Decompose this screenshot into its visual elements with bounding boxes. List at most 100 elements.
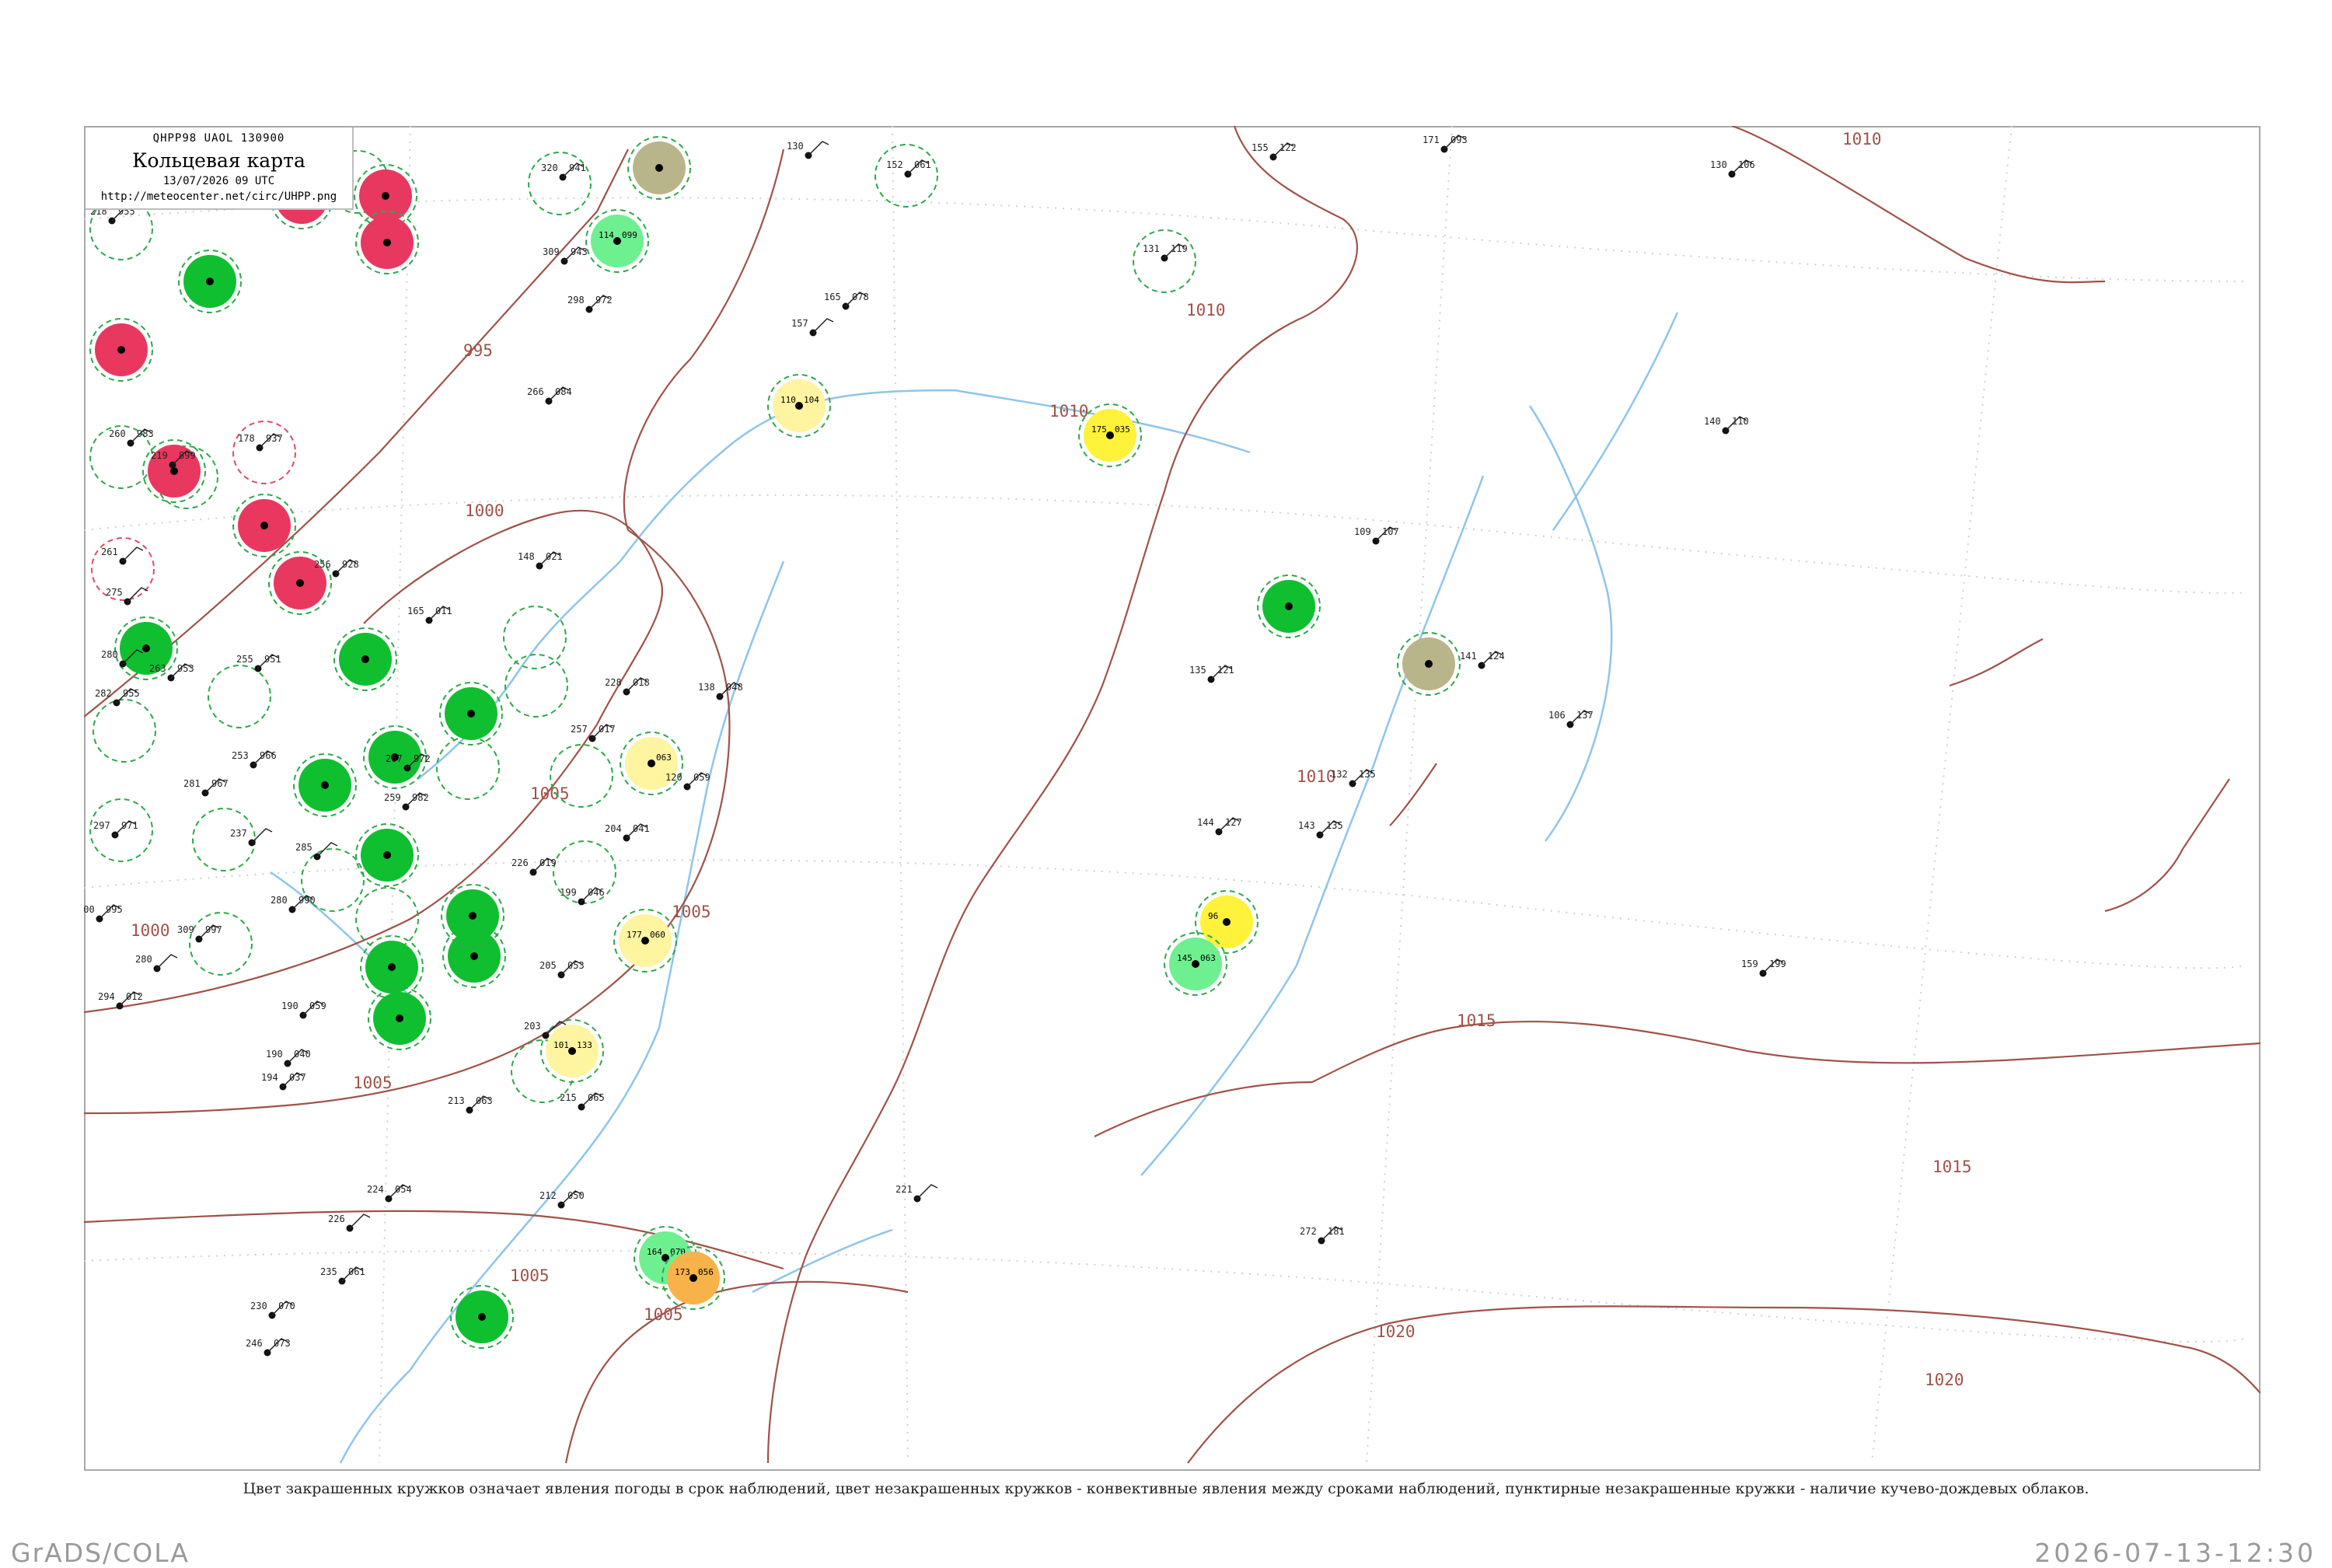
station-plot: 199 046 [560, 887, 605, 906]
isobar-label: 1005 [644, 1305, 683, 1324]
temperature-value: 144 [1197, 817, 1214, 828]
station-marker [470, 952, 478, 960]
pressure-value: 135 [1326, 820, 1343, 831]
bulletin-code: QHPP98 UAOL 130900 [152, 132, 285, 145]
wind-barb [122, 547, 144, 562]
wind-barb [156, 954, 178, 969]
station-rain [360, 935, 424, 999]
pressure-value: 054 [395, 1184, 412, 1195]
temperature-value: 261 [101, 547, 118, 557]
station-marker [388, 963, 396, 971]
pressure-value: 018 [633, 677, 650, 688]
station-plot: 281 967 [183, 778, 229, 797]
station-marker [170, 467, 178, 475]
station-haze [1397, 632, 1461, 696]
pressure-value: 982 [412, 792, 429, 803]
station-rain [114, 616, 178, 680]
station-plot: 297 971 [93, 820, 138, 839]
isobar-label: 1015 [1932, 1158, 1972, 1176]
pressure-value: 972 [414, 753, 431, 764]
station-plot: 298 972 [567, 295, 613, 313]
temperature-value: 212 [539, 1190, 557, 1201]
station-dust: 173 056 [662, 1246, 725, 1310]
pressure-value: 951 [264, 654, 281, 665]
temperature-value: 110 [780, 395, 796, 405]
station-plot: 138 048 [698, 682, 743, 700]
temperature-value: 101 [553, 1040, 569, 1050]
station-plot: 157 [791, 318, 834, 337]
pressure-value: 063 [1200, 953, 1216, 963]
temperature-value: 135 [1189, 665, 1206, 676]
station-marker [1192, 960, 1199, 968]
pressure-value: 997 [205, 924, 222, 935]
temperature-value: 253 [232, 750, 249, 761]
pressure-value: 121 [1217, 665, 1234, 676]
station-plot: 257 017 [571, 724, 616, 742]
temperature-value: 221 [895, 1184, 913, 1195]
pressure-value: 059 [693, 772, 710, 783]
station-marker [1223, 918, 1231, 926]
station-rain [333, 627, 397, 691]
pressure-value: 053 [567, 960, 585, 971]
temperature-value: 259 [384, 792, 401, 803]
station-plot: 131 119 [1143, 243, 1188, 262]
pressure-value: 084 [555, 386, 572, 397]
isobar-label: 1005 [530, 784, 570, 803]
pressure-value: 037 [289, 1072, 306, 1083]
graticule [84, 126, 2246, 1464]
pressure-value: 050 [567, 1190, 585, 1201]
station-plot: 260 983 [109, 428, 154, 447]
map-caption: Цвет закрашенных кружков означает явлени… [243, 1480, 2089, 1497]
map-url[interactable]: http://meteocenter.net/circ/UHPP.png [86, 190, 352, 203]
pressure-value: 019 [539, 857, 557, 868]
isobars [84, 126, 2260, 1464]
station-plot: 213 063 [448, 1095, 493, 1114]
station-thunder [232, 494, 296, 557]
pressure-value: 199 [1769, 959, 1786, 969]
station-plot: 205 053 [539, 960, 585, 979]
cb-ring [528, 152, 592, 215]
station-marker [396, 1014, 403, 1022]
pressure-value: 063 [476, 1095, 493, 1106]
isobar-label: 1005 [353, 1074, 393, 1092]
station-plot: 221 [895, 1184, 938, 1203]
pressure-value: 119 [1171, 243, 1188, 254]
cb-ring [503, 606, 567, 669]
temperature-value: 267 [386, 753, 403, 764]
pressure-value: 937 [266, 433, 283, 444]
temperature-value: 226 [328, 1214, 345, 1224]
temperature-value: 298 [567, 295, 585, 306]
station-fog: 101 133 [540, 1019, 604, 1083]
temperature-value: 132 [1331, 769, 1348, 780]
temperature-value: 255 [236, 654, 253, 665]
pressure-value: 065 [588, 1092, 605, 1103]
pressure-value: 106 [1738, 159, 1755, 170]
station-thunder [89, 318, 153, 382]
station-plot: 130 106 [1710, 159, 1755, 178]
temperature-value: 155 [1252, 142, 1269, 153]
pressure-value: 048 [726, 682, 743, 693]
station-plot: 165 011 [407, 606, 452, 624]
station-plot: 280 990 [271, 895, 316, 913]
station-plot: 255 951 [236, 654, 281, 672]
station-marker [641, 937, 649, 945]
station-plot: 215 065 [560, 1092, 605, 1111]
station-plot: 135 121 [1189, 665, 1234, 683]
temperature-value: 309 [543, 246, 560, 257]
temperature-value: 106 [1548, 710, 1566, 721]
station-plot: 130 [787, 141, 829, 159]
pressure-value: 127 [1225, 817, 1242, 828]
station-marker [467, 710, 475, 718]
pressure-value: 181 [1328, 1226, 1345, 1237]
temperature-value: 219 [151, 450, 168, 461]
temperature-value: 280 [271, 895, 288, 906]
station-marker [382, 192, 389, 200]
station-marker [1425, 660, 1433, 668]
station-plot: 285 [295, 842, 338, 861]
convective-ring [232, 421, 296, 484]
pressure-value: 107 [1382, 526, 1399, 537]
temperature-value: 257 [571, 724, 588, 735]
cb-ring [504, 654, 568, 718]
pressure-value: 035 [1115, 424, 1130, 435]
station-plot: 106 137 [1548, 710, 1594, 728]
